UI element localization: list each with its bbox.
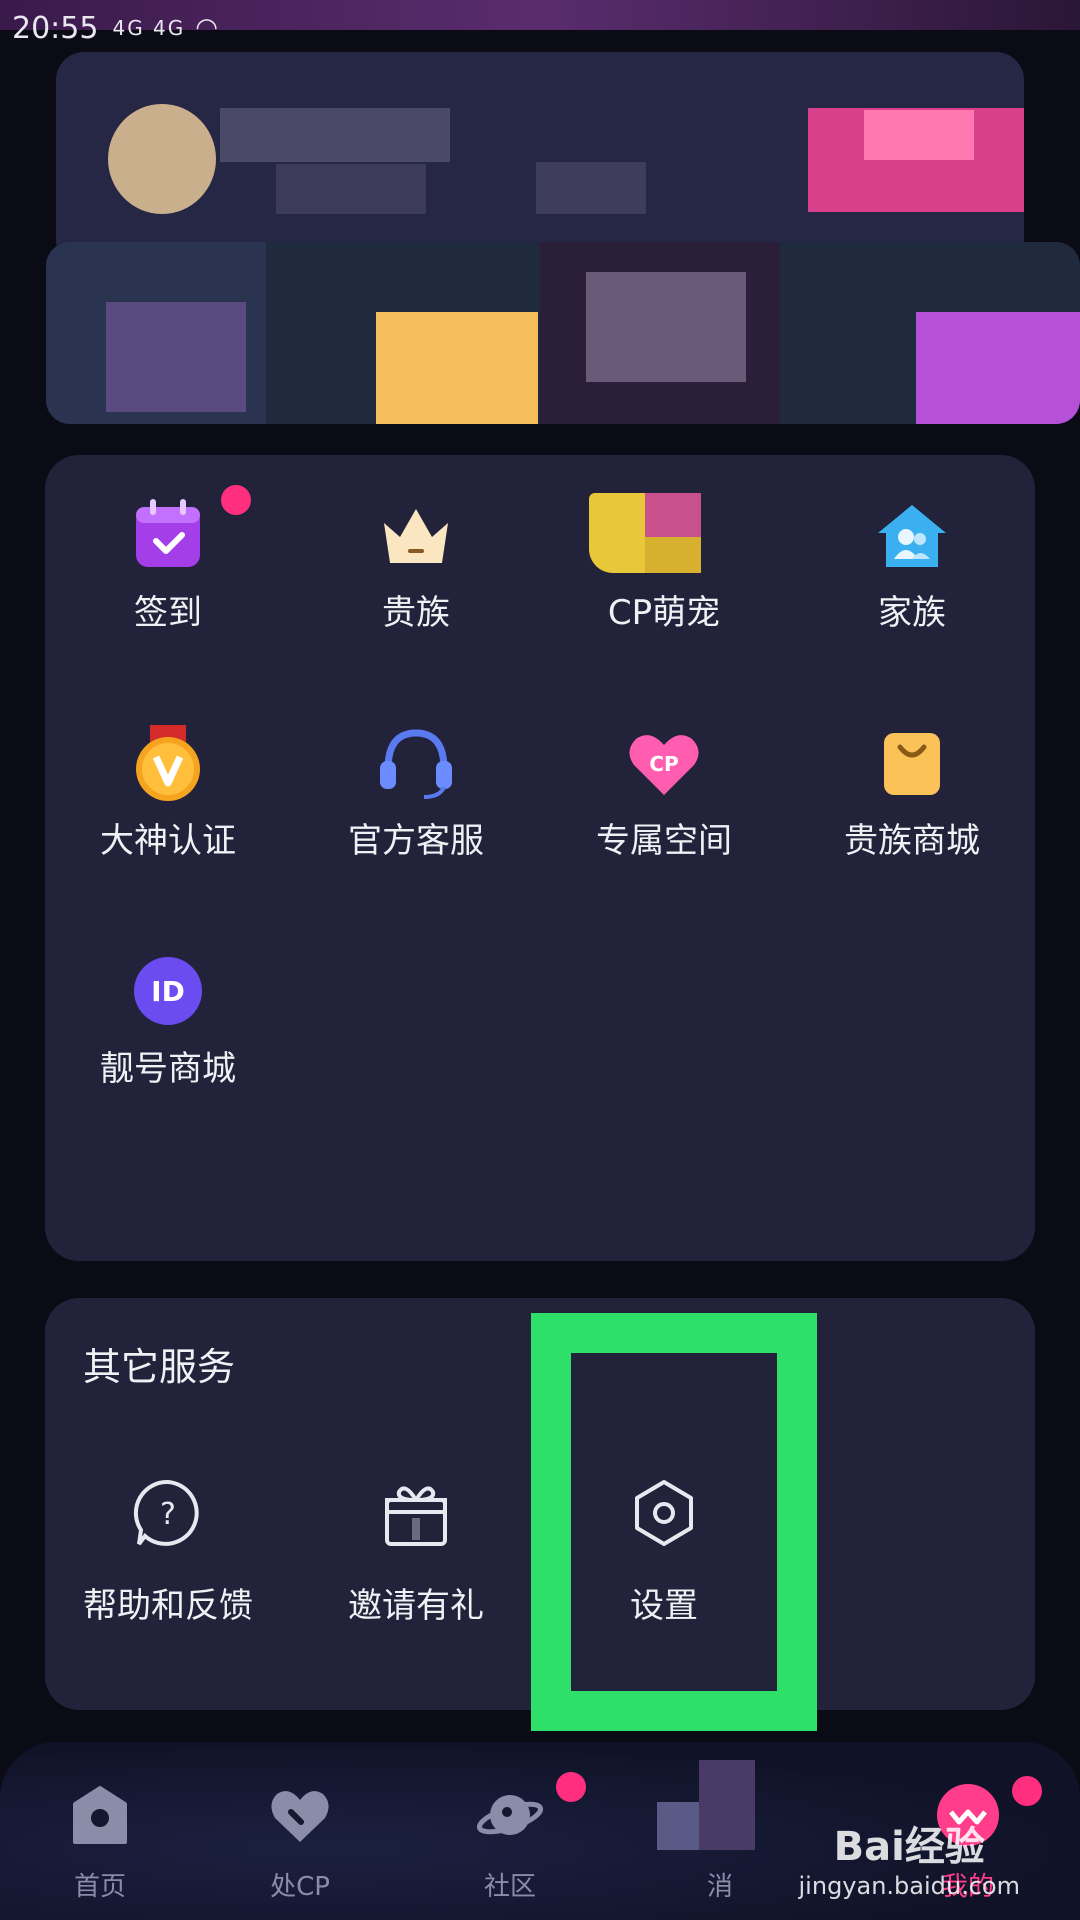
service-label: 邀请有礼 <box>348 1586 484 1626</box>
message-icon <box>657 1760 755 1850</box>
calendar-check-icon <box>130 497 206 573</box>
svg-text:?: ? <box>160 1497 176 1532</box>
family-house-icon <box>874 497 950 573</box>
grid-item-label: 贵族商城 <box>844 821 980 861</box>
grid-item-label: 专属空间 <box>596 821 732 861</box>
grid-item-nobility[interactable]: 贵族 <box>293 407 539 633</box>
grid-item-label: 贵族 <box>382 593 450 633</box>
grid-item-label: 家族 <box>878 593 946 633</box>
highlight-box <box>531 1313 817 1731</box>
section-title: 其它服务 <box>83 1345 236 1389</box>
service-label: 帮助和反馈 <box>83 1586 253 1626</box>
grid-item-label: 大神认证 <box>100 821 236 861</box>
cp-heart-icon: CP <box>626 725 702 801</box>
pet-icon <box>589 493 739 573</box>
profile-card-blurred[interactable] <box>56 52 1024 268</box>
nav-cp[interactable]: 处CP <box>220 1782 380 1903</box>
nav-label: 社区 <box>483 1872 536 1902</box>
nav-messages[interactable]: 消 <box>640 1760 800 1903</box>
service-invite[interactable]: 邀请有礼 <box>293 1478 539 1678</box>
status-bar: 20:55 4G 4G ◠ <box>0 0 1080 56</box>
status-time: 20:55 <box>12 10 99 46</box>
blurred-block <box>276 164 426 214</box>
nav-label: 首页 <box>73 1872 126 1902</box>
blurred-block <box>536 162 646 214</box>
grid-item-private-space[interactable]: CP 专属空间 <box>541 635 787 861</box>
blurred-block <box>586 272 746 382</box>
heart-icon <box>267 1782 333 1848</box>
home-icon <box>67 1782 133 1848</box>
profile-badge-dot <box>1012 1776 1042 1806</box>
blurred-block <box>220 108 450 162</box>
grid-item-verify[interactable]: 大神认证 <box>45 635 291 861</box>
grid-item-checkin[interactable]: 签到 <box>45 407 291 633</box>
blurred-block <box>864 110 974 160</box>
help-bubble-icon: ? <box>133 1478 203 1552</box>
shopping-bag-icon <box>874 725 950 801</box>
blurred-block <box>106 302 246 412</box>
grid-item-support[interactable]: 官方客服 <box>293 635 539 861</box>
gift-icon <box>381 1478 451 1552</box>
nav-home[interactable]: 首页 <box>20 1782 180 1903</box>
id-badge-icon: ID <box>130 953 206 1029</box>
community-badge-dot <box>556 1772 586 1802</box>
nav-community[interactable]: 社区 <box>430 1772 590 1903</box>
grid-item-label: CP萌宠 <box>607 593 721 633</box>
watermark-logo: Bai经验 <box>833 1824 985 1870</box>
crown-icon <box>378 497 454 573</box>
baidu-watermark: Bai经验 jingyan.baidu.com <box>799 1814 1020 1900</box>
headset-icon <box>378 725 454 801</box>
feature-grid-card: 签到 贵族 CP萌宠 家族 大神认证 官方客服 CP 专属空间 贵族商城 ID … <box>45 455 1035 1261</box>
nav-label: 处CP <box>270 1872 330 1902</box>
watermark-url: jingyan.baidu.com <box>798 1872 1020 1900</box>
nav-label: 消 <box>706 1872 733 1902</box>
banner-blurred[interactable] <box>46 242 1080 424</box>
avatar[interactable] <box>108 104 216 214</box>
status-signal: 4G 4G <box>112 16 186 40</box>
grid-item-cp-pet[interactable]: CP萌宠 <box>541 407 787 633</box>
wifi-icon: ◠ <box>195 13 218 43</box>
svg-text:ID: ID <box>151 975 185 1008</box>
service-help-feedback[interactable]: ? 帮助和反馈 <box>45 1478 291 1678</box>
v-medal-icon <box>130 725 206 801</box>
grid-item-label: 官方客服 <box>348 821 484 861</box>
checkin-badge-dot <box>221 485 251 515</box>
grid-item-family[interactable]: 家族 <box>789 407 1035 633</box>
svg-text:CP: CP <box>649 752 678 776</box>
grid-item-label: 签到 <box>134 593 202 633</box>
grid-item-id-mall[interactable]: ID 靓号商城 <box>45 863 291 1089</box>
grid-item-label: 靓号商城 <box>100 1049 236 1089</box>
grid-item-noble-mall[interactable]: 贵族商城 <box>789 635 1035 861</box>
planet-icon <box>476 1782 544 1848</box>
